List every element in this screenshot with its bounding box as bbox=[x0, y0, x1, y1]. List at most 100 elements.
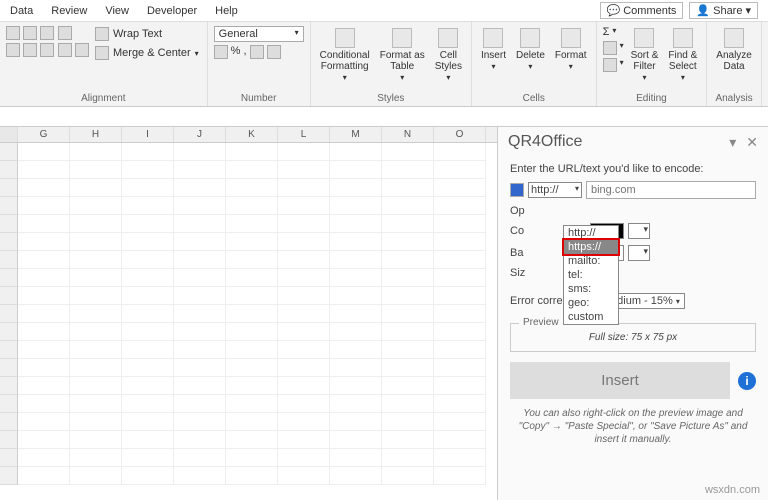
cell[interactable] bbox=[226, 215, 278, 233]
menu-review[interactable]: Review bbox=[51, 5, 87, 17]
cell[interactable] bbox=[18, 287, 70, 305]
cell[interactable] bbox=[174, 269, 226, 287]
cell[interactable] bbox=[70, 251, 122, 269]
cell[interactable] bbox=[226, 179, 278, 197]
cell[interactable] bbox=[330, 143, 382, 161]
col-header[interactable]: H bbox=[70, 127, 122, 142]
cell[interactable] bbox=[330, 377, 382, 395]
cell[interactable] bbox=[434, 377, 486, 395]
protocol-select[interactable]: http:// ▾ bbox=[528, 182, 582, 198]
cell[interactable] bbox=[122, 197, 174, 215]
cell[interactable] bbox=[330, 179, 382, 197]
cell[interactable] bbox=[70, 305, 122, 323]
cell[interactable] bbox=[434, 143, 486, 161]
col-header[interactable]: N bbox=[382, 127, 434, 142]
cell[interactable] bbox=[434, 359, 486, 377]
indent-dec-icon[interactable] bbox=[58, 43, 72, 57]
cell[interactable] bbox=[330, 431, 382, 449]
cell[interactable] bbox=[226, 197, 278, 215]
row-header[interactable] bbox=[0, 377, 18, 395]
url-input[interactable] bbox=[586, 181, 756, 199]
cell[interactable] bbox=[278, 395, 330, 413]
proto-option-custom[interactable]: custom bbox=[564, 310, 618, 324]
row-header[interactable] bbox=[0, 305, 18, 323]
cell[interactable] bbox=[382, 179, 434, 197]
cell[interactable] bbox=[226, 467, 278, 485]
cell[interactable] bbox=[174, 215, 226, 233]
cell[interactable] bbox=[122, 233, 174, 251]
cell[interactable] bbox=[18, 323, 70, 341]
indent-inc-icon[interactable] bbox=[75, 43, 89, 57]
cell[interactable] bbox=[70, 341, 122, 359]
cell[interactable] bbox=[70, 395, 122, 413]
menu-view[interactable]: View bbox=[105, 5, 129, 17]
dec-decimal-icon[interactable] bbox=[267, 45, 281, 59]
cell[interactable] bbox=[382, 161, 434, 179]
align-mid-icon[interactable] bbox=[23, 26, 37, 40]
cell[interactable] bbox=[382, 215, 434, 233]
cell[interactable] bbox=[226, 305, 278, 323]
col-header[interactable]: G bbox=[18, 127, 70, 142]
cell[interactable] bbox=[122, 215, 174, 233]
cell[interactable] bbox=[278, 323, 330, 341]
cell[interactable] bbox=[434, 449, 486, 467]
cell[interactable] bbox=[174, 179, 226, 197]
cell[interactable] bbox=[122, 377, 174, 395]
cell[interactable] bbox=[382, 197, 434, 215]
row-header[interactable] bbox=[0, 413, 18, 431]
cell[interactable] bbox=[122, 305, 174, 323]
select-all-corner[interactable] bbox=[0, 127, 18, 142]
format-as-table-button[interactable]: Format as Table▾ bbox=[377, 26, 428, 85]
cell[interactable] bbox=[382, 395, 434, 413]
cell[interactable] bbox=[434, 269, 486, 287]
align-bot-icon[interactable] bbox=[40, 26, 54, 40]
protocol-dropdown[interactable]: http:// https:// mailto: tel: sms: geo: … bbox=[563, 225, 619, 325]
cell[interactable] bbox=[122, 287, 174, 305]
cell[interactable] bbox=[174, 359, 226, 377]
cell[interactable] bbox=[18, 395, 70, 413]
cell[interactable] bbox=[382, 377, 434, 395]
spreadsheet-grid[interactable]: G H I J K L M N O bbox=[0, 127, 498, 500]
cell[interactable] bbox=[434, 413, 486, 431]
cell[interactable] bbox=[330, 395, 382, 413]
cell[interactable] bbox=[174, 395, 226, 413]
fill-icon[interactable] bbox=[603, 41, 617, 55]
cell[interactable] bbox=[330, 467, 382, 485]
cell[interactable] bbox=[382, 467, 434, 485]
cell[interactable] bbox=[70, 269, 122, 287]
wrap-text-button[interactable]: Wrap Text bbox=[93, 26, 201, 42]
row-header[interactable] bbox=[0, 269, 18, 287]
cell[interactable] bbox=[278, 179, 330, 197]
row-header[interactable] bbox=[0, 161, 18, 179]
cell[interactable] bbox=[70, 323, 122, 341]
cell[interactable] bbox=[330, 251, 382, 269]
cell[interactable] bbox=[18, 233, 70, 251]
cell[interactable] bbox=[174, 377, 226, 395]
insert-cells-button[interactable]: Insert▾ bbox=[478, 26, 509, 74]
cell[interactable] bbox=[434, 341, 486, 359]
cell[interactable] bbox=[122, 269, 174, 287]
cell[interactable] bbox=[226, 143, 278, 161]
cell[interactable] bbox=[174, 143, 226, 161]
row-header[interactable] bbox=[0, 287, 18, 305]
pane-close-icon[interactable]: ✕ bbox=[746, 134, 758, 151]
cell[interactable] bbox=[70, 161, 122, 179]
cell[interactable] bbox=[330, 287, 382, 305]
cell[interactable] bbox=[174, 413, 226, 431]
clear-icon[interactable] bbox=[603, 58, 617, 72]
cell[interactable] bbox=[330, 269, 382, 287]
cell[interactable] bbox=[278, 161, 330, 179]
cell[interactable] bbox=[122, 431, 174, 449]
cell[interactable] bbox=[174, 287, 226, 305]
row-header[interactable] bbox=[0, 467, 18, 485]
cell[interactable] bbox=[122, 323, 174, 341]
cell[interactable] bbox=[382, 143, 434, 161]
row-header[interactable] bbox=[0, 359, 18, 377]
cell[interactable] bbox=[330, 215, 382, 233]
cell[interactable] bbox=[278, 251, 330, 269]
cell[interactable] bbox=[382, 251, 434, 269]
cell[interactable] bbox=[330, 413, 382, 431]
cell[interactable] bbox=[226, 449, 278, 467]
cell[interactable] bbox=[434, 467, 486, 485]
row-header[interactable] bbox=[0, 341, 18, 359]
